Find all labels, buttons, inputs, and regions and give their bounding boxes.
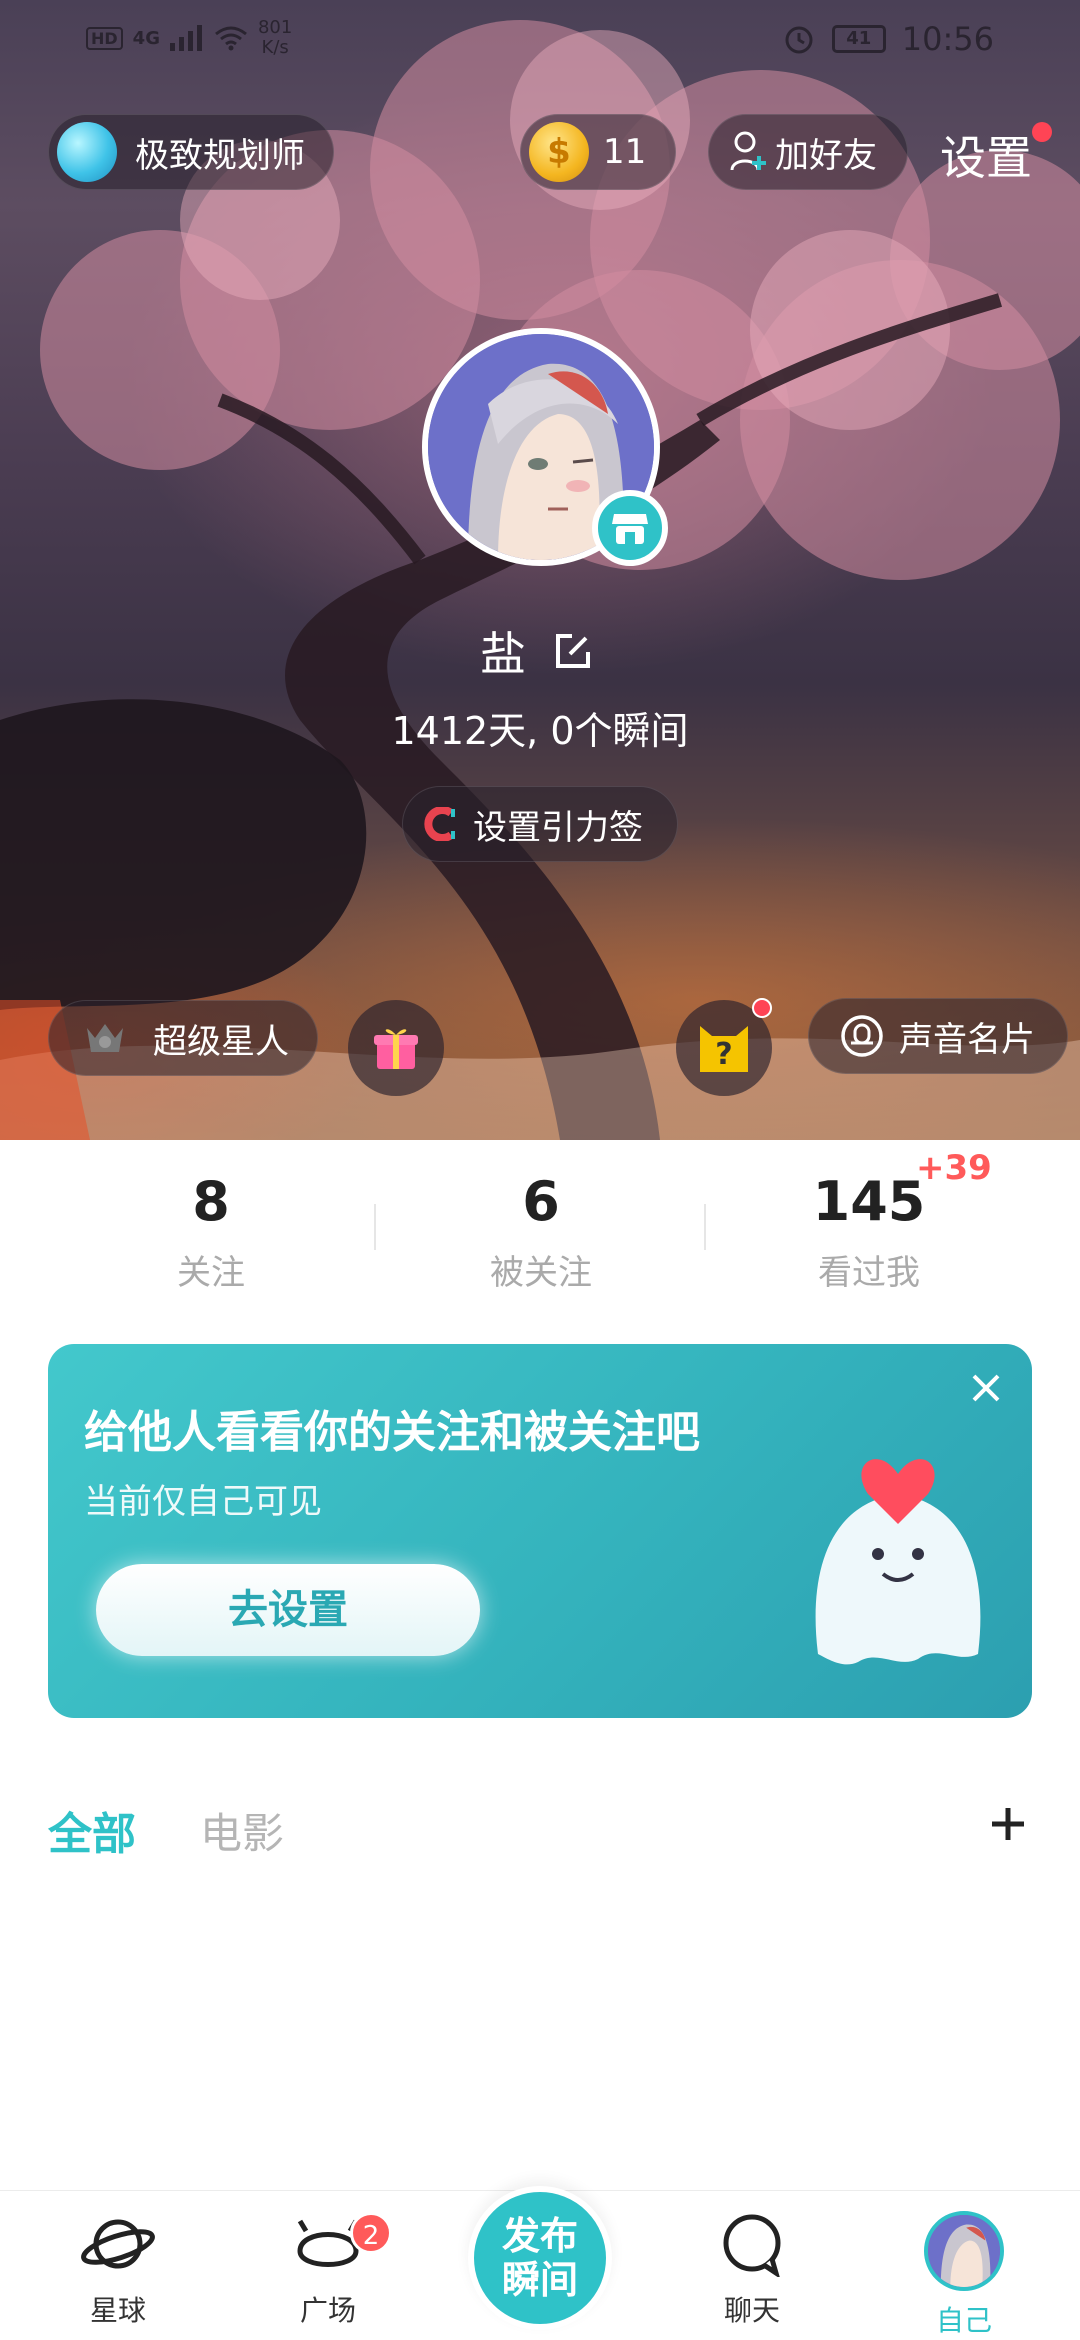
add-friend-icon (730, 131, 766, 171)
svg-text:?: ? (715, 1037, 732, 1072)
following-stat[interactable]: 8 关注 (46, 1170, 376, 1294)
square-notification-badge: 2 (350, 2212, 392, 2254)
coin-count: 11 (603, 132, 647, 172)
clock: 10:56 (901, 20, 994, 58)
mystery-cat-icon: ? (700, 1026, 748, 1072)
profile-stats: 8 关注 6 被关注 145 看过我 (0, 1170, 1080, 1300)
planner-title-pill[interactable]: 极致规划师 (48, 114, 334, 190)
avatar (924, 2211, 1004, 2291)
go-settings-button[interactable]: 去设置 (96, 1564, 480, 1656)
signal-icon (169, 25, 202, 51)
alarm-icon (785, 26, 813, 54)
planner-label: 极致规划师 (135, 135, 305, 176)
publish-label-line2: 瞬间 (501, 2258, 578, 2302)
nav-item-chat[interactable]: 聊天 (682, 2211, 822, 2329)
planet-icon (81, 2219, 155, 2269)
publish-label-line1: 发布 (501, 2214, 578, 2258)
gravity-tag-button[interactable]: 设置引力签 (402, 786, 678, 862)
coin-icon: $ (529, 122, 589, 182)
gift-button[interactable] (348, 1000, 444, 1096)
hd-indicator: HD (86, 26, 123, 50)
tab-all[interactable]: 全部 (48, 1798, 136, 1862)
voice-card-label: 声音名片 (899, 1019, 1035, 1060)
mystery-box-notification-dot (752, 998, 772, 1018)
nav-item-planet[interactable]: 星球 (48, 2211, 188, 2329)
visitors-stat[interactable]: 145 看过我 (704, 1170, 1034, 1294)
username: 盐 (480, 627, 526, 681)
voice-card-button[interactable]: 声音名片 (808, 998, 1068, 1074)
network-speed: 801 K/s (257, 17, 293, 58)
wifi-icon (215, 26, 247, 51)
chat-icon (723, 2214, 781, 2279)
super-star-vip-button[interactable]: 超级星人 (48, 1000, 318, 1076)
voice-card-icon (841, 1015, 883, 1057)
battery-indicator: 41 (831, 25, 886, 53)
privacy-promo-banner: 给他人看看你的关注和被关注吧 当前仅自己可见 去设置 (48, 1344, 1032, 1718)
vip-label: 超级星人 (153, 1021, 289, 1062)
visitors-delta-badge: +39 (916, 1148, 992, 1188)
gravity-tag-label: 设置引力签 (473, 807, 643, 848)
ghost-mascot-icon (815, 1459, 981, 1665)
network-type: 4G (132, 27, 160, 49)
add-friend-label: 加好友 (775, 135, 877, 176)
edit-profile-icon[interactable] (552, 630, 594, 672)
add-tab-icon[interactable] (986, 1802, 1030, 1846)
profile-meta: 1412天, 0个瞬间 (391, 709, 689, 753)
coin-balance-pill[interactable]: $ 11 (520, 114, 676, 190)
banner-subtitle: 当前仅自己可见 (84, 1482, 322, 1522)
tab-movie[interactable]: 电影 (200, 1800, 284, 1861)
planet-badge-icon (57, 122, 117, 182)
add-friend-button[interactable]: 加好友 (708, 114, 908, 190)
crown-icon (87, 1024, 123, 1052)
settings-button[interactable]: 设置 (940, 122, 1032, 188)
banner-title: 给他人看看你的关注和被关注吧 (84, 1407, 700, 1458)
close-icon[interactable] (962, 1364, 1010, 1412)
status-bar: HD 4G 801 K/s 41 10:56 (0, 0, 1080, 80)
publish-moment-button[interactable]: 发布 瞬间 (468, 2186, 612, 2330)
magnet-icon (424, 807, 455, 841)
username-row: 盐 (480, 618, 594, 684)
gift-icon (374, 1029, 418, 1069)
followers-stat[interactable]: 6 被关注 (376, 1170, 706, 1294)
nav-item-me[interactable]: 自己 (894, 2211, 1034, 2339)
store-badge-icon[interactable] (592, 490, 668, 566)
settings-notification-dot (1032, 122, 1052, 142)
